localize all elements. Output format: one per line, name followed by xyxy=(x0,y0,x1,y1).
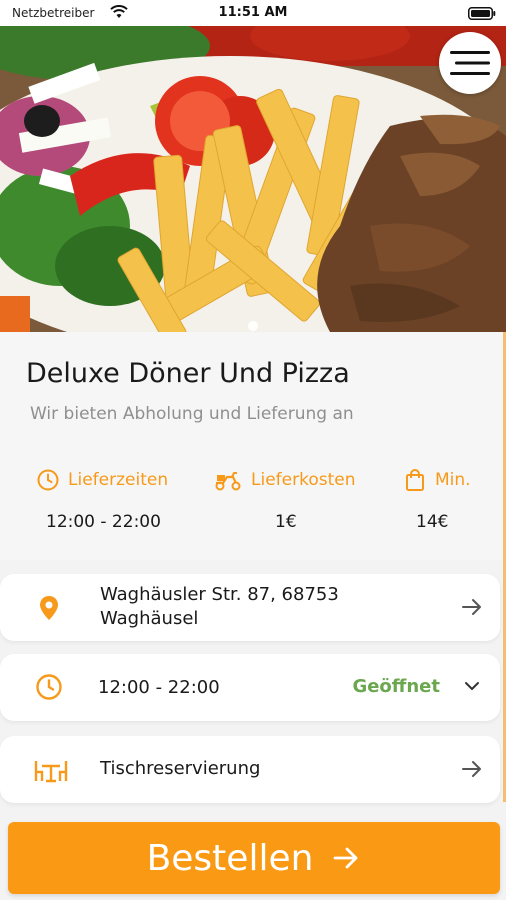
minimum-order-value: 14€ xyxy=(416,512,449,532)
delivery-cost-info: Lieferkosten 1€ xyxy=(213,468,373,532)
opening-hours-row[interactable]: 12:00 - 22:00 Geöffnet xyxy=(0,654,500,721)
delivery-times-value: 12:00 - 22:00 xyxy=(46,512,161,532)
delivery-cost-value: 1€ xyxy=(275,512,297,532)
opening-hours-value: 12:00 - 22:00 xyxy=(98,677,220,698)
minimum-order-label: Min. xyxy=(435,470,471,490)
battery-icon xyxy=(468,7,496,20)
table-reservation-label: Tischreservierung xyxy=(100,758,261,779)
address-line-2: Waghäusel xyxy=(100,608,199,629)
clock-icon xyxy=(37,469,59,491)
clock-time: 11:51 AM xyxy=(218,5,288,20)
address-row[interactable]: Waghäusler Str. 87, 68753 Waghäusel xyxy=(0,574,500,641)
status-bar: Netzbetreiber 11:51 AM xyxy=(0,0,506,26)
table-reservation-row[interactable]: Tischreservierung xyxy=(0,736,500,803)
restaurant-name: Deluxe Döner Und Pizza xyxy=(26,358,350,389)
arrow-right-icon[interactable] xyxy=(460,595,484,619)
page-indicator-dot xyxy=(248,321,258,331)
address-line-1: Waghäusler Str. 87, 68753 xyxy=(100,584,339,605)
delivery-cost-label: Lieferkosten xyxy=(251,470,356,490)
restaurant-info-panel: Deluxe Döner Und Pizza Wir bieten Abholu… xyxy=(0,332,506,560)
open-status-badge: Geöffnet xyxy=(352,676,440,697)
minimum-order-info: Min. 14€ xyxy=(403,468,493,532)
order-button-label: Bestellen xyxy=(146,837,314,879)
table-icon xyxy=(34,761,68,783)
menu-button[interactable] xyxy=(439,32,501,94)
hamburger-menu-icon xyxy=(450,51,490,75)
order-button[interactable]: Bestellen xyxy=(8,822,500,894)
hero-image[interactable] xyxy=(0,26,506,332)
arrow-right-icon xyxy=(334,847,358,869)
food-photo xyxy=(0,26,506,332)
clock-icon xyxy=(36,674,62,700)
shopping-bag-icon xyxy=(406,469,424,491)
chevron-down-icon[interactable] xyxy=(462,676,482,696)
delivery-times-info: Lieferzeiten 12:00 - 22:00 xyxy=(36,468,186,532)
restaurant-tagline: Wir bieten Abholung und Lieferung an xyxy=(30,404,354,424)
location-pin-icon xyxy=(40,596,58,620)
delivery-scooter-icon xyxy=(215,472,241,491)
arrow-right-icon[interactable] xyxy=(460,757,484,781)
delivery-times-label: Lieferzeiten xyxy=(68,470,169,490)
